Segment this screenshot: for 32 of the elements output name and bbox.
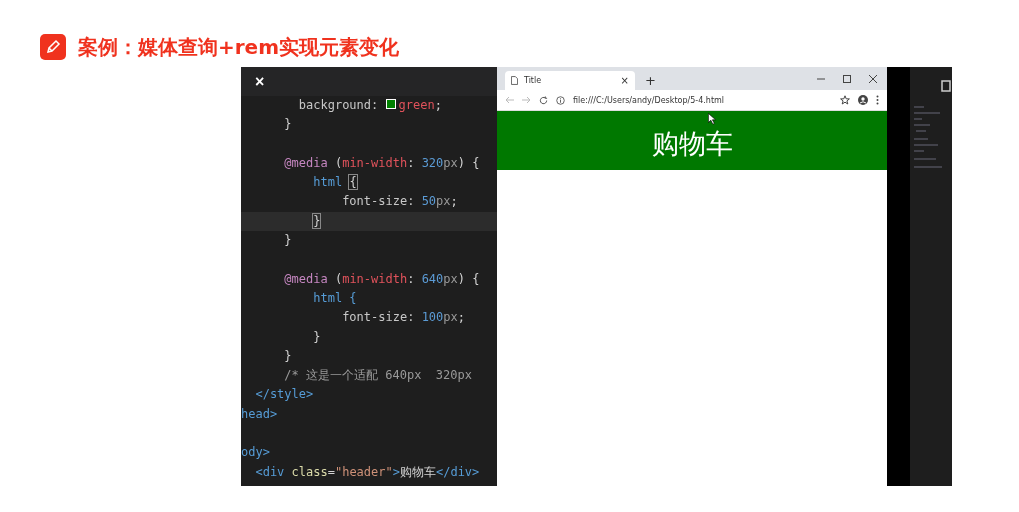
code-line: @media (min-width: 640px) { bbox=[283, 270, 481, 288]
code-line: } bbox=[283, 347, 293, 365]
reload-icon[interactable] bbox=[539, 95, 548, 105]
close-tab-button[interactable]: × bbox=[620, 75, 629, 86]
code-line: } bbox=[283, 116, 293, 134]
star-icon[interactable] bbox=[840, 95, 850, 105]
url-text[interactable]: file:///C:/Users/andy/Desktop/5-4.html bbox=[573, 95, 832, 105]
code-line: head> bbox=[241, 405, 279, 423]
slide-title: 案例：媒体查询+rem实现元素变化 bbox=[78, 33, 400, 61]
code-line: /* 这是一个适配 640px 320px bbox=[283, 367, 473, 385]
code-line: html { bbox=[312, 174, 358, 192]
pencil-icon bbox=[40, 34, 66, 60]
page-icon bbox=[511, 76, 518, 85]
info-icon bbox=[556, 95, 565, 105]
menu-icon[interactable] bbox=[876, 95, 879, 105]
code-line: <div class="header">购物车</div> bbox=[254, 463, 481, 481]
code-line: ody> bbox=[241, 444, 271, 462]
close-icon[interactable] bbox=[869, 74, 877, 83]
browser-tab[interactable]: Title × bbox=[505, 71, 635, 90]
code-line: background: green; bbox=[297, 97, 443, 114]
maximize-icon[interactable] bbox=[843, 74, 851, 83]
code-line: } bbox=[312, 328, 322, 346]
code-line: html { bbox=[312, 289, 358, 307]
code-line: font-size: 100px; bbox=[341, 309, 466, 327]
account-icon[interactable] bbox=[858, 95, 868, 105]
code-line: </style> bbox=[254, 386, 315, 404]
new-tab-button[interactable]: + bbox=[645, 73, 656, 88]
code-line: @media (min-width: 320px) { bbox=[283, 154, 481, 172]
header-text: 购物车 bbox=[651, 130, 733, 157]
mouse-pointer-icon bbox=[708, 113, 716, 125]
code-line: font-size: 50px; bbox=[341, 193, 459, 211]
code-line: } bbox=[283, 232, 293, 250]
